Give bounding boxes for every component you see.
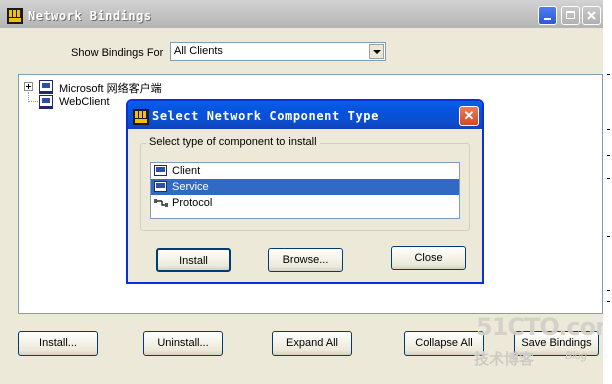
close-icon: [587, 11, 596, 20]
show-bindings-label: Show Bindings For: [71, 47, 164, 59]
uninstall-button[interactable]: Uninstall...: [143, 331, 223, 356]
show-bindings-dropdown[interactable]: All Clients: [170, 42, 386, 61]
window-title: Network Bindings: [28, 9, 152, 23]
dialog-title: Select Network Component Type: [152, 109, 379, 123]
network-client-icon: [39, 80, 53, 94]
list-item-client[interactable]: Client: [151, 163, 459, 179]
dialog-install-button[interactable]: Install: [156, 248, 231, 272]
close-icon: ✕: [463, 108, 475, 123]
divider: [607, 129, 610, 130]
service-icon: [154, 181, 167, 192]
divider: [607, 290, 610, 291]
divider: [607, 301, 610, 302]
dialog-browse-button[interactable]: Browse...: [268, 248, 343, 272]
network-bindings-app-icon: [133, 109, 149, 125]
watermark-logo: 51CTO.com: [476, 313, 603, 341]
install-button[interactable]: Install...: [18, 331, 98, 356]
list-item-protocol[interactable]: Protocol: [151, 195, 459, 211]
window-titlebar[interactable]: Network Bindings: [0, 0, 603, 28]
select-component-dialog: Select Network Component Type ✕ Select t…: [126, 99, 484, 284]
dialog-close-text-button[interactable]: Close: [391, 246, 466, 270]
show-bindings-value: All Clients: [174, 45, 223, 57]
tree-item-microsoft-client[interactable]: Microsoft 网络客户端: [59, 80, 162, 96]
watermark-subtitle: 技术博客: [474, 351, 535, 368]
protocol-icon: [154, 199, 168, 207]
network-bindings-app-icon: [7, 8, 23, 24]
client-icon: [154, 165, 167, 176]
list-item-service[interactable]: Service: [151, 179, 459, 195]
network-client-icon: [39, 95, 53, 109]
component-type-list[interactable]: Client Service Protocol: [150, 162, 460, 219]
chevron-down-icon: [373, 50, 381, 54]
dropdown-button[interactable]: [369, 44, 384, 59]
maximize-button[interactable]: [561, 6, 580, 25]
list-item-label: Service: [172, 181, 209, 193]
divider: [607, 178, 610, 179]
list-item-label: Client: [172, 165, 201, 177]
minimize-button[interactable]: [538, 6, 557, 25]
minimize-icon: [544, 18, 551, 20]
tree-item-webclient[interactable]: WebClient: [59, 96, 110, 108]
window-close-button[interactable]: [582, 6, 601, 25]
maximize-icon: [566, 11, 575, 19]
background-strip: [603, 0, 612, 384]
watermark-blog: Blog: [565, 350, 588, 362]
list-item-label: Protocol: [172, 197, 213, 209]
tree-connector: [29, 101, 38, 103]
dialog-titlebar[interactable]: Select Network Component Type ✕: [128, 101, 482, 129]
expand-all-button[interactable]: Expand All: [272, 331, 352, 356]
dialog-close-button[interactable]: ✕: [459, 106, 479, 126]
divider: [607, 74, 610, 75]
plus-icon-v: [28, 84, 29, 89]
divider: [607, 155, 610, 156]
expand-toggle[interactable]: [24, 82, 33, 91]
component-type-group-label: Select type of component to install: [146, 136, 320, 148]
divider: [607, 236, 610, 237]
collapse-all-button[interactable]: Collapse All: [404, 331, 484, 356]
